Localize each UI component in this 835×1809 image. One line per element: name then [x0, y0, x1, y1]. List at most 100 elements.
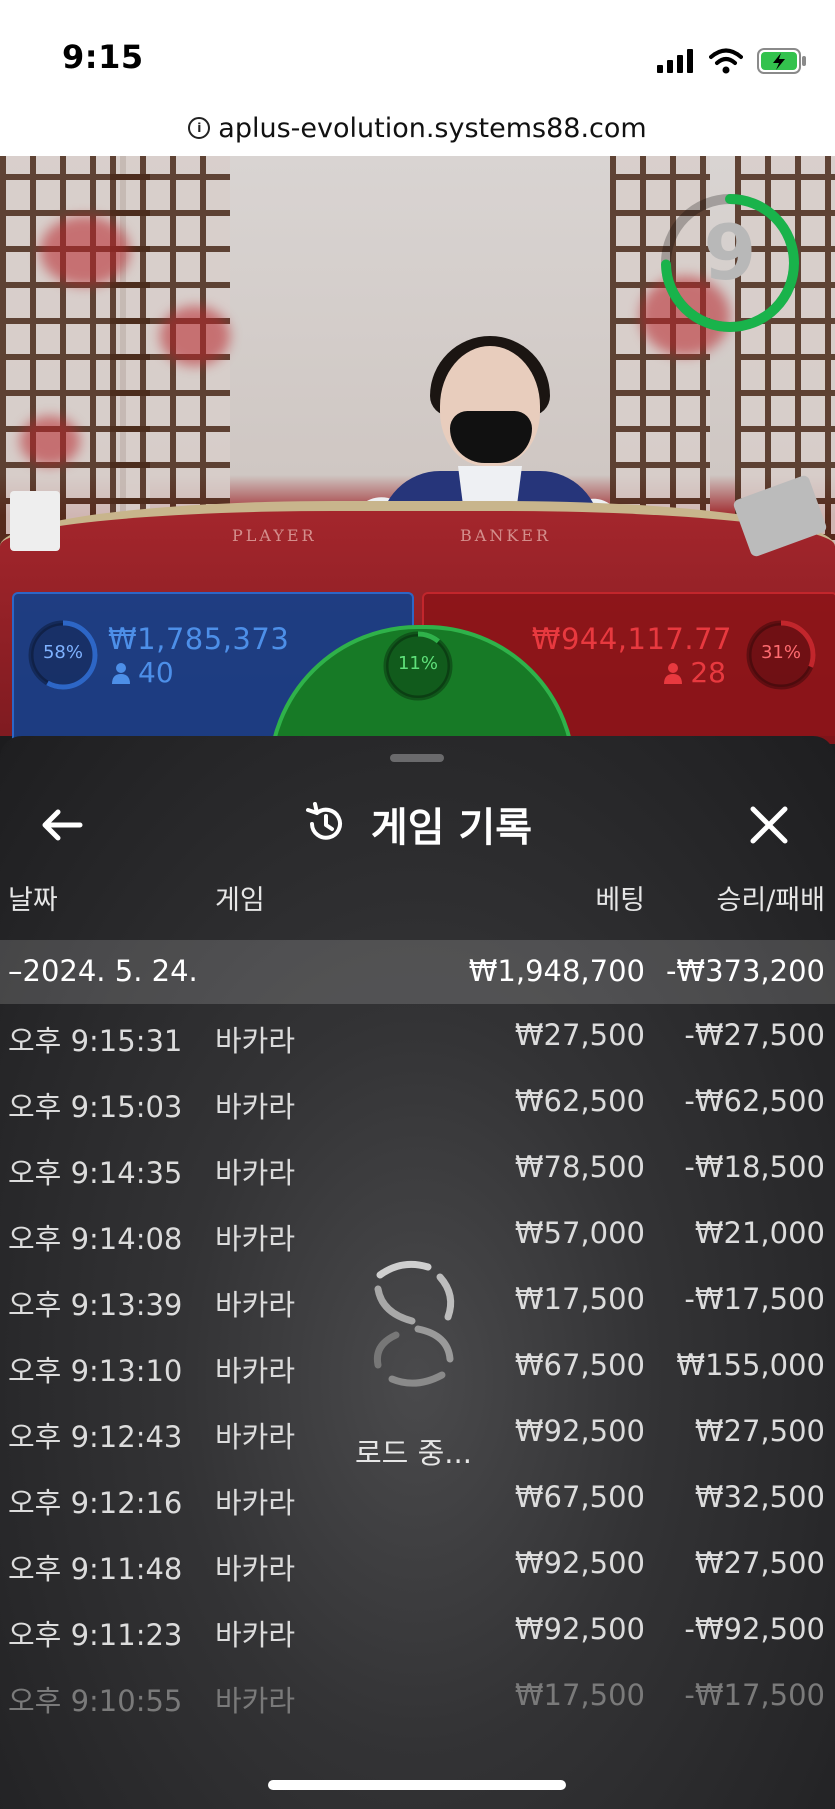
table-row[interactable]: 오후 9:11:23 바카라 ₩92,500 -₩92,500 — [0, 1598, 835, 1664]
row-result: -₩62,500 — [684, 1084, 825, 1118]
url-bar[interactable]: i aplus-evolution.systems88.com — [0, 100, 835, 156]
date-group-label: –2024. 5. 24. — [8, 954, 198, 988]
row-bet: ₩17,500 — [514, 1678, 645, 1712]
column-header-bet: 베팅 — [595, 885, 645, 916]
history-icon — [305, 802, 342, 840]
row-time: 오후 9:15:31 — [8, 1024, 183, 1058]
table-row[interactable]: 오후 9:11:48 바카라 ₩92,500 ₩27,500 — [0, 1532, 835, 1598]
close-button[interactable] — [744, 800, 794, 850]
date-group-row[interactable]: –2024. 5. 24. ₩1,948,700 -₩373,200 — [0, 940, 835, 1004]
decor-blossom — [40, 216, 130, 286]
row-bet: ₩67,500 — [514, 1480, 645, 1514]
row-time: 오후 9:12:43 — [8, 1420, 183, 1454]
row-bet: ₩27,500 — [514, 1018, 645, 1052]
banker-percent: 31% — [760, 642, 801, 663]
player-percent-ring: 58% — [26, 618, 100, 692]
felt-player-text: PLAYER — [232, 526, 317, 545]
column-header-result: 승리/패배 — [716, 885, 825, 916]
row-result: ₩21,000 — [694, 1216, 825, 1250]
sheet-header: 게임 기록 — [0, 774, 835, 874]
user-icon — [112, 662, 130, 684]
table-row[interactable]: 오후 9:14:35 바카라 ₩78,500 -₩18,500 — [0, 1136, 835, 1202]
banker-count: 28 — [664, 656, 726, 689]
sheet-title: 게임 기록 — [370, 805, 533, 851]
sheet-grabber[interactable] — [390, 754, 444, 762]
date-group-result-total: -₩373,200 — [665, 954, 825, 988]
row-game: 바카라 — [215, 1354, 296, 1388]
row-bet: ₩92,500 — [514, 1414, 645, 1448]
loading-text: 로드 중... — [355, 1436, 472, 1470]
sheet-title-wrap: 게임 기록 — [0, 774, 835, 874]
user-icon — [664, 662, 683, 684]
date-group-bet-total: ₩1,948,700 — [468, 954, 645, 988]
row-game: 바카라 — [215, 1420, 296, 1454]
row-time: 오후 9:14:35 — [8, 1156, 183, 1190]
status-icons — [657, 44, 807, 78]
row-bet: ₩92,500 — [514, 1612, 645, 1646]
row-game: 바카라 — [215, 1486, 296, 1520]
column-header-date: 날짜 — [8, 885, 58, 916]
row-result: -₩17,500 — [684, 1678, 825, 1712]
row-bet: ₩92,500 — [514, 1546, 645, 1580]
info-icon[interactable]: i — [188, 117, 211, 139]
row-time: 오후 9:10:55 — [8, 1684, 183, 1718]
row-game: 바카라 — [215, 1222, 296, 1256]
table-row[interactable]: 오후 9:10:55 바카라 ₩17,500 -₩17,500 — [0, 1664, 835, 1730]
banker-amount: ₩944,117.77 — [531, 622, 732, 656]
home-indicator[interactable] — [268, 1780, 566, 1790]
player-count-value: 40 — [138, 656, 174, 689]
table-row[interactable]: 오후 9:12:16 바카라 ₩67,500 ₩32,500 — [0, 1466, 835, 1532]
row-result: -₩92,500 — [684, 1612, 825, 1646]
countdown-timer: 9 — [655, 188, 805, 338]
decor-blossom — [20, 416, 80, 466]
decor-blossom — [160, 306, 230, 366]
card-stack — [10, 491, 60, 551]
row-game: 바카라 — [215, 1618, 296, 1652]
table-row[interactable]: 오후 9:15:03 바카라 ₩62,500 -₩62,500 — [0, 1070, 835, 1136]
table-row[interactable]: 오후 9:15:31 바카라 ₩27,500 -₩27,500 — [0, 1004, 835, 1070]
row-time: 오후 9:13:10 — [8, 1354, 183, 1388]
loading-spinner-icon — [373, 1260, 455, 1387]
row-bet: ₩62,500 — [514, 1084, 645, 1118]
battery-charging-icon — [757, 48, 806, 74]
status-bar: 9:15 — [0, 0, 835, 100]
arrow-left-icon — [42, 809, 83, 841]
row-result: -₩17,500 — [684, 1282, 825, 1316]
wifi-icon — [709, 48, 743, 74]
row-result: ₩32,500 — [694, 1480, 825, 1514]
row-bet: ₩67,500 — [514, 1348, 645, 1382]
row-game: 바카라 — [215, 1024, 296, 1058]
row-result: ₩27,500 — [694, 1414, 825, 1448]
row-time: 오후 9:14:08 — [8, 1222, 183, 1256]
felt-banker-text: BANKER — [460, 526, 551, 545]
row-time: 오후 9:12:16 — [8, 1486, 183, 1520]
row-result: ₩27,500 — [694, 1546, 825, 1580]
row-bet: ₩78,500 — [514, 1150, 645, 1184]
cellular-signal-icon — [657, 49, 693, 73]
row-time: 오후 9:13:39 — [8, 1288, 183, 1322]
row-bet: ₩57,000 — [514, 1216, 645, 1250]
row-game: 바카라 — [215, 1684, 296, 1718]
row-game: 바카라 — [215, 1156, 296, 1190]
url-text[interactable]: aplus-evolution.systems88.com — [218, 113, 646, 144]
status-time: 9:15 — [62, 38, 144, 76]
timer-number: 9 — [703, 208, 757, 297]
row-time: 오후 9:15:03 — [8, 1090, 183, 1124]
row-result: ₩155,000 — [676, 1348, 825, 1382]
row-result: -₩27,500 — [684, 1018, 825, 1052]
back-button[interactable] — [36, 802, 92, 848]
player-percent: 58% — [42, 642, 83, 663]
row-result: -₩18,500 — [684, 1150, 825, 1184]
banker-count-value: 28 — [690, 656, 726, 689]
row-game: 바카라 — [215, 1552, 296, 1586]
row-time: 오후 9:11:48 — [8, 1552, 183, 1586]
row-game: 바카라 — [215, 1090, 296, 1124]
close-icon — [750, 806, 788, 844]
row-game: 바카라 — [215, 1288, 296, 1322]
banker-percent-ring: 31% — [744, 618, 818, 692]
tie-percent: 11% — [397, 653, 438, 674]
player-amount: ₩1,785,373 — [108, 622, 290, 656]
tie-percent-ring: 11% — [381, 629, 455, 703]
player-count: 40 — [112, 656, 174, 689]
row-time: 오후 9:11:23 — [8, 1618, 183, 1652]
